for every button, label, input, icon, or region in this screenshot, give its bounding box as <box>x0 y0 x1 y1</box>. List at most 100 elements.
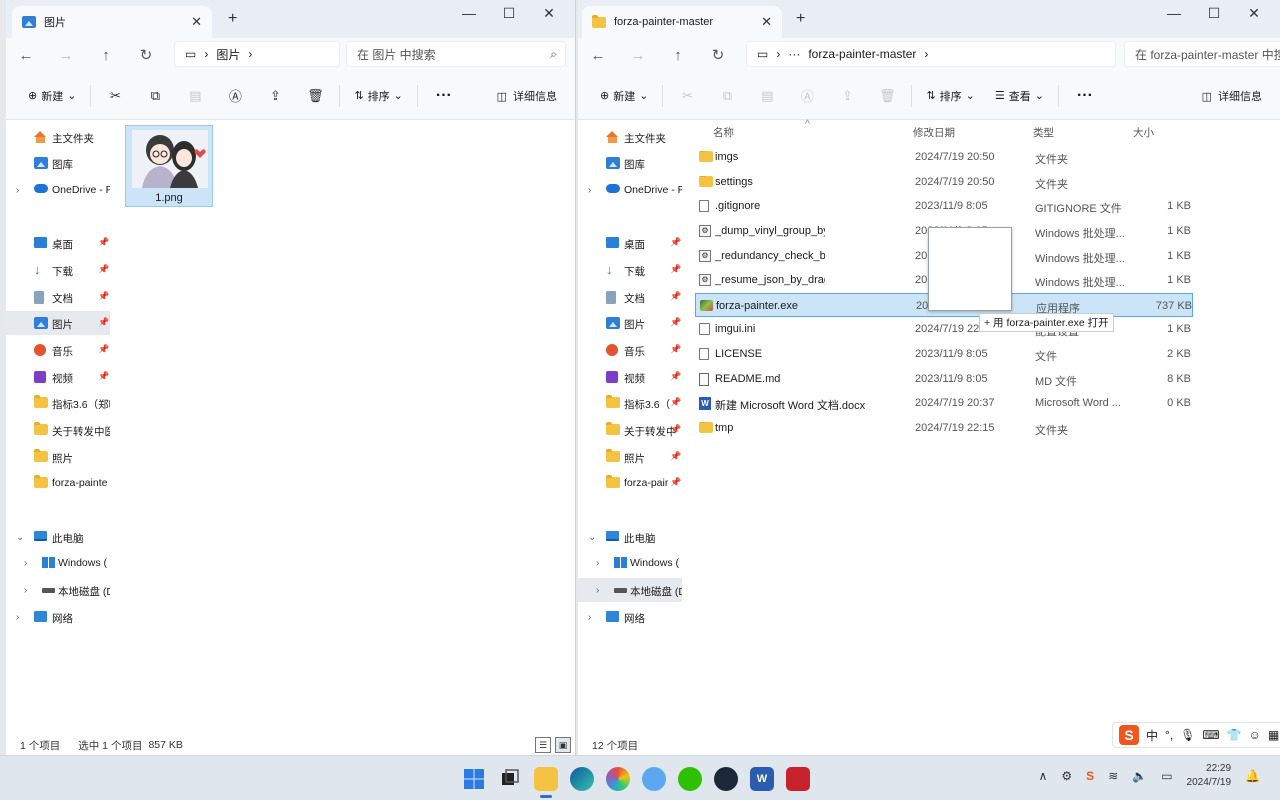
sidebar-item-local-disk[interactable]: › 本地磁盘 (D <box>6 578 110 602</box>
sidebar-item-home[interactable]: 主文件夹 <box>6 125 110 149</box>
sidebar-item-folder[interactable]: 照片 📌 <box>578 445 682 469</box>
steam-icon[interactable] <box>714 766 738 791</box>
skin-icon[interactable]: 👕 <box>1227 728 1242 742</box>
cloud-drive-icon[interactable] <box>642 766 666 791</box>
sidebar-item-desktop[interactable]: 桌面 📌 <box>6 231 110 255</box>
maximize-button[interactable]: ☐ <box>489 4 529 22</box>
delete-icon[interactable]: 🗑 <box>295 88 335 104</box>
file-row[interactable]: LICENSE 2023/11/9 8:05 文件 2 KB <box>695 342 1193 366</box>
column-header-size[interactable]: 大小 <box>1133 125 1154 140</box>
sidebar-item-windows-drive[interactable]: › Windows ( <box>6 551 110 575</box>
sidebar-item-folder[interactable]: 关于转发中 📌 <box>578 418 682 442</box>
tab-pictures[interactable]: 图片 ✕ <box>12 6 212 38</box>
column-header-type[interactable]: 类型 <box>1033 125 1054 140</box>
forward-arrow-icon[interactable]: → <box>618 47 658 64</box>
close-button[interactable]: ✕ <box>1234 4 1274 22</box>
sort-button[interactable]: ⇅ 排序 ⌄ <box>916 81 984 111</box>
copy-icon[interactable]: ⧉ <box>135 88 175 104</box>
file-row[interactable]: W 新建 Microsoft Word 文档.docx 2024/7/19 20:3… <box>695 391 1193 415</box>
sidebar-item-gallery[interactable]: 图库 <box>578 151 682 175</box>
wechat-icon[interactable] <box>678 766 702 791</box>
copy-icon[interactable]: ⧉ <box>707 88 747 104</box>
sidebar-item-home[interactable]: 主文件夹 <box>578 125 682 149</box>
sidebar-item-local-disk[interactable]: › 本地磁盘 (D <box>578 578 682 602</box>
paste-icon[interactable]: ▤ <box>747 88 787 104</box>
sort-button[interactable]: ⇅ 排序 ⌄ <box>344 81 412 111</box>
close-button[interactable]: ✕ <box>529 4 569 22</box>
thumbnail-view-icon[interactable]: ▣ <box>555 737 571 753</box>
sidebar-item-music[interactable]: 音乐 📌 <box>578 338 682 362</box>
chevron-right-icon[interactable]: › <box>588 185 591 196</box>
cut-icon[interactable]: ✂ <box>667 88 707 104</box>
sidebar-item-desktop[interactable]: 桌面 📌 <box>578 231 682 255</box>
sogou-logo[interactable]: S <box>1119 725 1139 745</box>
sidebar-item-folder[interactable]: 照片 <box>6 445 110 469</box>
tab-forza-painter-master[interactable]: forza-painter-master ✕ <box>582 6 782 38</box>
file-row[interactable]: tmp 2024/7/19 22:15 文件夹 <box>695 416 1193 440</box>
view-button[interactable]: ☰ 查看 ⌄ <box>985 81 1054 111</box>
new-tab-button[interactable]: + <box>228 10 237 28</box>
more-options-icon[interactable]: ··· <box>1063 87 1107 105</box>
chevron-right-icon[interactable]: › <box>24 585 27 596</box>
chevron-right-icon[interactable]: › <box>24 558 27 569</box>
sidebar-item-documents[interactable]: 文档 📌 <box>578 285 682 309</box>
clock[interactable]: 22:29 2024/7/19 <box>1187 762 1232 790</box>
details-pane-button[interactable]: ◫ 详细信息 <box>497 81 557 111</box>
details-pane-button[interactable]: ◫ 详细信息 <box>1202 81 1262 111</box>
column-header-name[interactable]: 名称 <box>713 125 734 140</box>
share-icon[interactable]: ⇪ <box>827 88 867 104</box>
file-row[interactable]: settings 2024/7/19 20:50 文件夹 <box>695 170 1193 194</box>
close-tab-icon[interactable]: ✕ <box>191 14 202 30</box>
more-options-icon[interactable]: ··· <box>422 87 466 105</box>
breadcrumb-overflow[interactable]: ··· <box>788 47 800 61</box>
sidebar-item-pictures[interactable]: 图片 📌 <box>6 311 110 335</box>
sidebar-item-documents[interactable]: 文档 📌 <box>6 285 110 309</box>
sidebar-item-folder[interactable]: 指标3.6（郑噼 <box>6 391 110 415</box>
minimize-button[interactable]: — <box>1154 4 1194 22</box>
assistant-icon[interactable]: ☺ <box>1249 728 1261 742</box>
minimize-button[interactable]: — <box>449 4 489 22</box>
sidebar-item-folder[interactable]: forza-pair 📌 <box>578 471 682 495</box>
cut-icon[interactable]: ✂ <box>95 88 135 104</box>
start-button-icon[interactable] <box>462 767 486 791</box>
keyboard-icon[interactable]: ⌨ <box>1202 728 1219 742</box>
input-settings-icon[interactable]: ⚙ <box>1061 769 1072 783</box>
breadcrumb-forza-painter-master[interactable]: forza-painter-master <box>808 47 916 61</box>
wifi-icon[interactable]: ≋ <box>1108 769 1118 783</box>
sidebar-item-windows-drive[interactable]: › Windows ( <box>578 551 682 575</box>
file-row[interactable]: imgui.ini 2024/7/19 22:20 配置设置 1 KB <box>695 317 1193 341</box>
back-arrow-icon[interactable]: ← <box>6 47 46 64</box>
chevron-right-icon[interactable]: › <box>596 585 599 596</box>
chevron-up-icon[interactable]: ∧ <box>1039 769 1048 783</box>
chevron-down-icon[interactable]: ⌄ <box>16 532 24 543</box>
maximize-button[interactable]: ☐ <box>1194 4 1234 22</box>
close-tab-icon[interactable]: ✕ <box>761 14 772 30</box>
up-arrow-icon[interactable]: ↑ <box>658 47 698 64</box>
task-view-icon[interactable] <box>498 767 522 791</box>
refresh-icon[interactable]: ↻ <box>698 46 738 64</box>
rename-icon[interactable]: Ⓐ <box>787 86 827 105</box>
sidebar-item-downloads[interactable]: ↓ 下载 📌 <box>578 258 682 282</box>
sidebar-item-this-pc[interactable]: ⌄ 此电脑 <box>578 525 682 549</box>
paste-icon[interactable]: ▤ <box>175 88 215 104</box>
file-row[interactable]: imgs 2024/7/19 20:50 文件夹 <box>695 145 1193 169</box>
edge-browser-icon[interactable] <box>570 766 594 791</box>
forward-arrow-icon[interactable]: → <box>46 47 86 64</box>
sidebar-item-this-pc[interactable]: ⌄ 此电脑 <box>6 525 110 549</box>
chevron-right-icon[interactable]: › <box>16 185 19 196</box>
file-tile-selected[interactable]: 1.png <box>125 125 213 207</box>
file-explorer-icon[interactable] <box>534 766 558 798</box>
word-app-icon[interactable]: W <box>750 766 774 791</box>
new-tab-button[interactable]: + <box>796 10 805 28</box>
chevron-down-icon[interactable]: ⌄ <box>588 532 596 543</box>
search-input[interactable]: 在 forza-painter-master 中搜 <box>1124 41 1280 67</box>
chevron-right-icon[interactable]: › <box>596 558 599 569</box>
sidebar-item-network[interactable]: › 网络 <box>578 605 682 629</box>
sidebar-item-pictures[interactable]: 图片 📌 <box>578 311 682 335</box>
punctuation-mode-indicator[interactable]: °, <box>1165 728 1173 742</box>
forza-horizon-icon[interactable] <box>786 766 810 791</box>
breadcrumb-pictures[interactable]: 图片 <box>216 46 240 63</box>
back-arrow-icon[interactable]: ← <box>578 47 618 64</box>
sidebar-item-folder[interactable]: forza-painte <box>6 471 110 495</box>
colorful-app-icon[interactable] <box>606 766 630 791</box>
